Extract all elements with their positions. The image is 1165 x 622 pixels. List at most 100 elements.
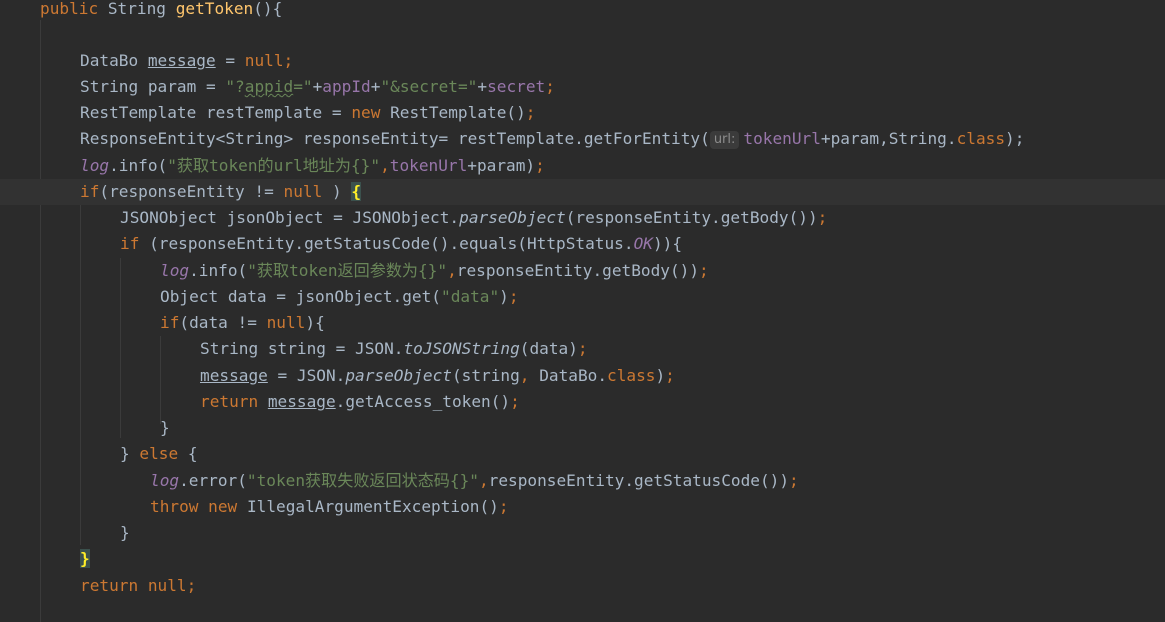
- static-method: parseObject: [345, 366, 452, 385]
- code-token: )){: [652, 234, 683, 253]
- code-line-16[interactable]: return message.getAccess_token();: [200, 389, 520, 415]
- code-line-22[interactable]: }: [80, 546, 90, 572]
- closing-brace: }: [120, 444, 130, 463]
- string-literal-typo: appid: [244, 77, 294, 96]
- code-token: +param,String.: [820, 129, 957, 148]
- keyword-null: null: [266, 313, 306, 332]
- keyword-class: class: [956, 129, 1006, 148]
- closing-brace: }: [120, 523, 130, 542]
- matched-brace: }: [80, 549, 90, 568]
- code-token: .info(: [189, 261, 248, 280]
- code-line-19[interactable]: log.error("token获取失败返回状态码{}",responseEnt…: [150, 468, 799, 494]
- code-line-6[interactable]: ResponseEntity<String> responseEntity= r…: [80, 126, 1024, 152]
- variable-message: message: [267, 392, 336, 411]
- code-token: +param): [467, 156, 536, 175]
- code-token: (responseEntity.getBody()): [565, 208, 818, 227]
- keyword-new: new: [208, 497, 238, 516]
- code-token: RestTemplate(): [390, 103, 526, 122]
- semicolon: ;: [789, 471, 799, 490]
- code-line-13[interactable]: if(data != null){: [160, 310, 325, 336]
- field-tokenurl: tokenUrl: [389, 156, 468, 175]
- code-line-1[interactable]: public String getToken(){: [40, 0, 282, 22]
- code-token: ): [655, 366, 666, 385]
- code-token: +: [477, 77, 488, 96]
- comma: ,: [447, 261, 457, 280]
- code-editor[interactable]: public String getToken(){ DataBo message…: [0, 0, 1165, 622]
- static-method: parseObject: [459, 208, 566, 227]
- keyword-null: null;: [244, 51, 294, 70]
- code-token: responseEntity.getStatusCode()): [488, 471, 790, 490]
- code-line-12[interactable]: Object data = jsonObject.get("data");: [160, 284, 519, 310]
- keyword-null: null: [283, 182, 323, 201]
- code-token: (string: [451, 366, 520, 385]
- code-token: );: [1005, 129, 1025, 148]
- code-token: (data !=: [179, 313, 257, 332]
- code-token: JSONObject jsonObject = JSONObject.: [120, 208, 460, 227]
- code-token: ): [499, 287, 509, 306]
- string-literal: "&secret=": [380, 77, 478, 96]
- code-token: ): [331, 182, 342, 201]
- keyword-return: return: [200, 392, 259, 411]
- keyword-if: if: [120, 234, 140, 253]
- code-line-23[interactable]: return null;: [80, 573, 196, 599]
- semicolon: ;: [817, 208, 828, 227]
- semicolon: ;: [510, 392, 520, 411]
- field-log: log: [150, 471, 180, 490]
- code-line-20[interactable]: throw new IllegalArgumentException();: [150, 494, 509, 520]
- code-line-18[interactable]: } else {: [120, 441, 198, 467]
- semicolon: ;: [525, 103, 536, 122]
- code-line-21[interactable]: }: [120, 520, 130, 546]
- opening-brace: {: [187, 444, 198, 463]
- code-line-11[interactable]: log.info("获取token返回参数为{}",responseEntity…: [160, 258, 709, 284]
- field-log: log: [80, 156, 110, 175]
- code-line-7[interactable]: log.info("获取token的url地址为{}",tokenUrl+par…: [80, 153, 545, 179]
- code-line-10[interactable]: if (responseEntity.getStatusCode().equal…: [120, 231, 682, 257]
- field-appid: appId: [322, 77, 371, 96]
- code-line-3[interactable]: DataBo message = null;: [80, 48, 293, 74]
- code-line-9[interactable]: JSONObject jsonObject = JSONObject.parse…: [120, 205, 827, 231]
- code-line-14[interactable]: String string = JSON.toJSONString(data);: [200, 336, 588, 362]
- string-literal: "data": [441, 287, 500, 306]
- constant-ok: OK: [633, 234, 653, 253]
- method-name: getToken: [175, 0, 254, 18]
- code-line-8[interactable]: if(responseEntity != null ) {: [80, 179, 362, 205]
- semicolon: ;: [535, 156, 545, 175]
- keyword-null: null;: [147, 576, 197, 595]
- semicolon: ;: [498, 497, 509, 516]
- keyword-throw: throw: [150, 497, 199, 516]
- field-secret: secret: [487, 77, 546, 96]
- comma: ,: [519, 366, 530, 385]
- code-token: RestTemplate restTemplate =: [80, 103, 342, 122]
- variable-message: message: [200, 366, 268, 385]
- keyword-else: else: [139, 444, 179, 463]
- string-literal: =": [293, 77, 313, 96]
- variable-message: message: [147, 51, 216, 70]
- indent-guide: [80, 205, 81, 545]
- code-token: String string = JSON.: [200, 339, 404, 358]
- code-token: = JSON.: [277, 366, 346, 385]
- code-line-15[interactable]: message = JSON.parseObject(string, DataB…: [200, 363, 675, 389]
- code-token: (responseEntity !=: [99, 182, 274, 201]
- matched-brace: {: [351, 182, 362, 201]
- code-token: .getAccess_token(): [335, 392, 511, 411]
- code-line-17[interactable]: }: [160, 415, 170, 441]
- code-line-5[interactable]: RestTemplate restTemplate = new RestTemp…: [80, 100, 535, 126]
- string-literal: "?: [225, 77, 245, 96]
- field-log: log: [160, 261, 190, 280]
- return-type: String: [107, 0, 166, 18]
- code-line-4[interactable]: String param = "?appid="+appId+"&secret=…: [80, 74, 555, 100]
- static-method: toJSONString: [403, 339, 520, 358]
- semicolon: ;: [665, 366, 675, 385]
- code-token: ){: [305, 313, 325, 332]
- string-literal: "获取token的url地址为{}": [167, 156, 381, 175]
- semicolon: ;: [699, 261, 709, 280]
- code-token: .info(: [109, 156, 168, 175]
- indent-guide: [160, 336, 161, 424]
- keyword-if: if: [160, 313, 180, 332]
- code-token: Object data = jsonObject.get(: [160, 287, 441, 306]
- code-token: ResponseEntity<String> responseEntity= r…: [80, 129, 710, 148]
- code-token: +: [312, 77, 323, 96]
- code-token: .error(: [179, 471, 247, 490]
- comma: ,: [478, 471, 489, 490]
- code-token: +: [370, 77, 381, 96]
